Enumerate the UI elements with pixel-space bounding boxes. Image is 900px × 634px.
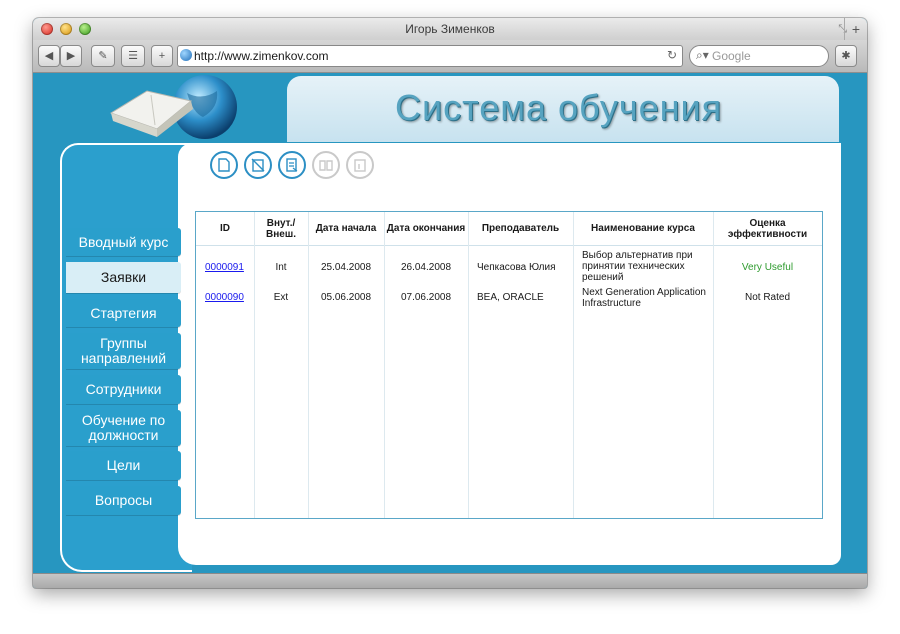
column-header-course-name[interactable]: Наименование курса [573, 212, 713, 245]
forward-button[interactable]: ▶ [60, 45, 82, 67]
browser-toolbar: ◀ ▶ ✎ ☰ + http://www.zimenkov.com ↻ ⌕▾ G… [33, 40, 867, 73]
nav-item-employees[interactable]: Сотрудники [66, 375, 181, 404]
cell-end-date: 07.06.2008 [400, 292, 452, 303]
cell-course-name: Next Generation Application Infrastructu… [582, 287, 706, 309]
column-header-end-date[interactable]: Дата окончания [384, 212, 468, 245]
edit-icon[interactable]: ✎ [91, 45, 115, 67]
address-bar[interactable]: http://www.zimenkov.com ↻ [177, 45, 683, 67]
edit-document-icon[interactable] [244, 151, 272, 179]
nav-item-requests[interactable]: Заявки [66, 262, 181, 293]
request-id-link[interactable]: 0000091 [205, 262, 244, 273]
cell-type: Int [275, 262, 287, 273]
window-title: Игорь Зименков [405, 22, 495, 36]
open-book-icon [312, 151, 340, 179]
column-divider [308, 212, 309, 518]
column-divider [468, 212, 469, 518]
cell-course-name: Выбор альтернатив при принятии техническ… [582, 250, 693, 283]
title-bar: Игорь Зименков ⤡ + [33, 18, 867, 40]
sign-document-icon[interactable] [278, 151, 306, 179]
add-bookmark-button[interactable]: + [151, 45, 173, 67]
column-divider [713, 212, 714, 518]
nav-item-label: Вопросы [94, 492, 153, 508]
nav-item-goals[interactable]: Цели [66, 451, 181, 480]
nav-item-position-training[interactable]: Обучение по должности [66, 410, 181, 446]
search-icon: ⌕▾ [696, 48, 709, 62]
page-title: Система обучения [395, 87, 723, 128]
cell-end-date: 26.04.2008 [400, 262, 452, 273]
cell-rating: Very Useful [741, 262, 794, 273]
search-placeholder: Google [712, 49, 751, 63]
nav-item-label: Сотрудники [85, 381, 162, 397]
nav-item-label: Цели [106, 457, 141, 473]
column-header-int-ext[interactable]: Внут./ Внеш. [254, 212, 308, 245]
column-header-effectiveness[interactable]: Оценка эффективности [713, 212, 822, 245]
cell-start-date: 05.06.2008 [320, 292, 372, 303]
cell-rating: Not Rated [744, 292, 791, 303]
address-bar-text: http://www.zimenkov.com [194, 49, 329, 63]
request-id-link[interactable]: 0000090 [205, 292, 244, 303]
cell-type: Ext [273, 292, 289, 303]
column-header-teacher[interactable]: Преподаватель [468, 212, 573, 245]
bookmarks-icon[interactable]: ☰ [121, 45, 145, 67]
cell-start-date: 25.04.2008 [320, 262, 372, 273]
column-divider [254, 212, 255, 518]
logo-book-globe-icon [107, 73, 247, 145]
nav-item-intro-course[interactable]: Вводный курс [66, 228, 181, 256]
cell-teacher: Чепкасова Юлия [477, 262, 556, 273]
calendar-icon [346, 151, 374, 179]
new-tab-button[interactable]: + [844, 18, 867, 40]
requests-table: ID Внут./ Внеш. Дата начала Дата окончан… [195, 211, 823, 519]
nav-item-label: Вводный курс [78, 233, 169, 250]
back-button[interactable]: ◀ [38, 45, 60, 67]
column-divider [573, 212, 574, 518]
column-header-id[interactable]: ID [196, 212, 254, 245]
nav-item-direction-groups[interactable]: Группы направлений [66, 333, 181, 369]
reload-icon[interactable]: ↻ [667, 48, 677, 62]
header-banner: Система обучения [287, 76, 839, 142]
status-bar [33, 573, 867, 588]
nav-item-label: Стартегия [90, 304, 157, 321]
new-document-icon[interactable] [210, 151, 238, 179]
nav-item-strategy[interactable]: Стартегия [66, 299, 181, 327]
nav-item-label: Заявки [100, 269, 147, 285]
nav-item-label: Группы направлений [80, 335, 167, 366]
table-header: ID Внут./ Внеш. Дата начала Дата окончан… [196, 212, 822, 246]
nav-item-label: Обучение по должности [81, 412, 166, 443]
cell-teacher: BEA, ORACLE [477, 292, 544, 303]
column-divider [384, 212, 385, 518]
search-input[interactable]: ⌕▾ Google [689, 45, 829, 67]
globe-icon [180, 49, 192, 61]
column-header-start-date[interactable]: Дата начала [308, 212, 384, 245]
nav-item-questions[interactable]: Вопросы [66, 486, 181, 515]
bug-icon[interactable]: ✱ [835, 45, 857, 67]
